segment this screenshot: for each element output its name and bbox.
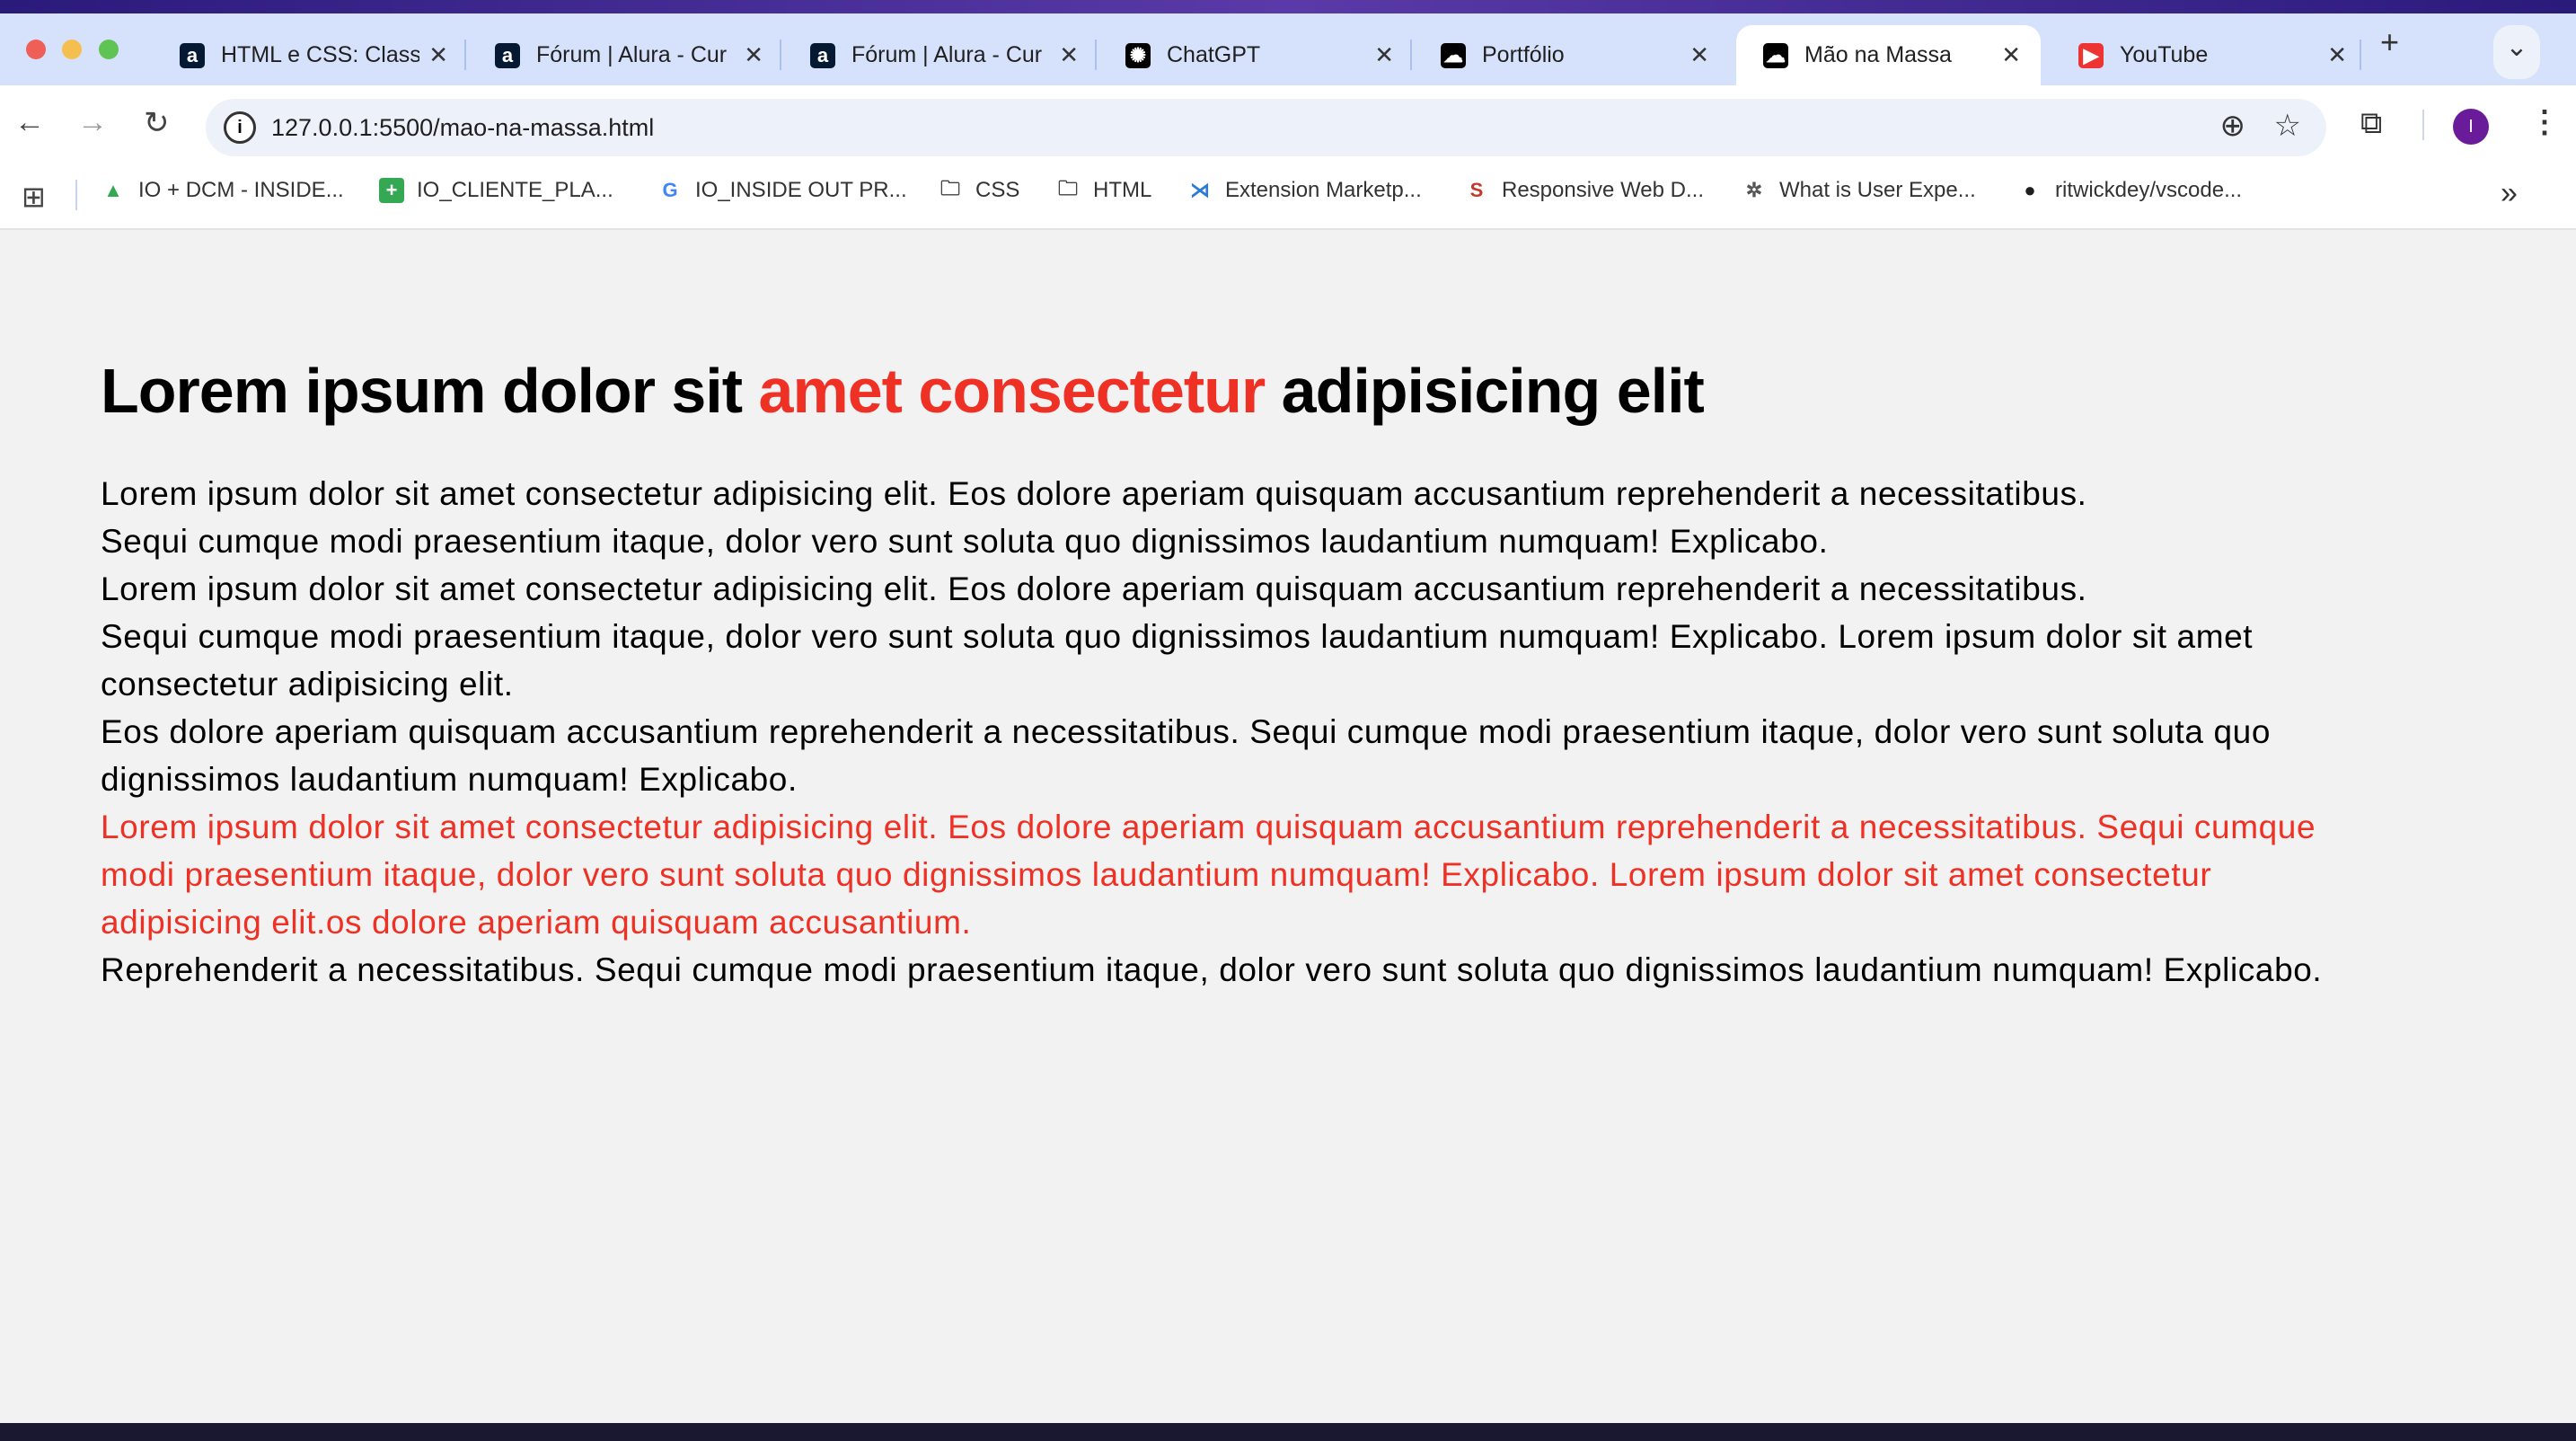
close-tab-icon[interactable]: ✕: [1374, 41, 1394, 69]
close-tab-icon[interactable]: ✕: [744, 41, 763, 69]
heading-text: Lorem ipsum dolor sit: [101, 356, 759, 426]
tab-youtube[interactable]: ▶ YouTube ✕: [2051, 25, 2367, 85]
tab-separator: [464, 40, 466, 70]
toolbar-divider: [2422, 110, 2424, 140]
folder-icon: 🗀: [1057, 177, 1078, 199]
tab-title: Mão na Massa: [1804, 42, 1952, 67]
tab-separator: [1410, 40, 1412, 70]
heading-text: adipisicing elit: [1265, 356, 1705, 426]
tab-portf-lio[interactable]: ☁ Portfólio ✕: [1414, 25, 1729, 85]
bookmark-item[interactable]: G IO_INSIDE OUT PR...: [657, 178, 907, 203]
url-text[interactable]: 127.0.0.1:5500/mao-na-massa.html: [271, 114, 654, 142]
bookmark-label: Responsive Web D...: [1502, 178, 1704, 202]
close-tab-icon[interactable]: ✕: [1689, 41, 1709, 69]
apps-grid-icon[interactable]: ⊞: [22, 180, 46, 214]
tab-m-o-na-massa[interactable]: ☁ Mão na Massa ✕: [1736, 25, 2041, 85]
tree-icon: ✲: [1745, 179, 1763, 201]
google-icon: G: [662, 179, 678, 201]
macos-menu-bar: [0, 0, 2576, 13]
close-tab-icon[interactable]: ✕: [1059, 41, 1079, 69]
reload-button[interactable]: ↻: [144, 105, 170, 141]
bookmark-item[interactable]: + IO_CLIENTE_PLA...: [379, 178, 613, 203]
bookmark-item[interactable]: 🗀 HTML: [1055, 177, 1152, 203]
alura-icon: a: [180, 42, 205, 68]
tab-html-e-css-class[interactable]: a HTML e CSS: Class ✕: [153, 25, 468, 85]
tab-chatgpt[interactable]: ✺ ChatGPT ✕: [1098, 25, 1414, 85]
tab-separator: [2360, 40, 2361, 70]
bookmarks-overflow-button[interactable]: »: [2501, 176, 2518, 211]
text-line: dignissimos laudantium numquam! Explicab…: [101, 761, 798, 798]
bookmark-item[interactable]: ● ritwickdey/vscode...: [2017, 178, 2242, 203]
google-drive-icon: ▲: [103, 179, 123, 201]
alura-icon: a: [810, 42, 835, 68]
bookmark-label: IO_INSIDE OUT PR...: [695, 178, 907, 202]
highlighted-text-line: Lorem ipsum dolor sit amet consectetur a…: [101, 809, 2316, 845]
alura-icon: a: [495, 42, 520, 68]
bookmark-item[interactable]: ⋊ Extension Marketp...: [1187, 178, 1422, 203]
bookmark-item[interactable]: 🗀 CSS: [938, 177, 1020, 203]
text-line: Lorem ipsum dolor sit amet consectetur a…: [101, 475, 2087, 512]
scribd-icon: S: [1469, 179, 1484, 201]
page-content: Lorem ipsum dolor sit amet consectetur a…: [101, 350, 2322, 994]
close-tab-icon[interactable]: ✕: [2001, 41, 2021, 69]
text-line: Eos dolore aperiam quisquam accusantium …: [101, 713, 2271, 750]
highlighted-text-line: modi praesentium itaque, dolor vero sunt…: [101, 856, 2212, 893]
tab-title: YouTube: [2120, 42, 2209, 67]
tab-title: Fórum | Alura - Cur: [536, 42, 728, 67]
folder-icon: 🗀: [940, 177, 960, 199]
bookmark-item[interactable]: S Responsive Web D...: [1464, 178, 1704, 203]
address-bar[interactable]: i 127.0.0.1:5500/mao-na-massa.html ⊕ ☆: [206, 99, 2326, 156]
bookmark-label: What is User Expe...: [1779, 178, 1976, 202]
zoom-icon[interactable]: ⊕: [2220, 108, 2246, 144]
bookmark-label: IO + DCM - INSIDE...: [138, 178, 344, 202]
forward-button[interactable]: →: [77, 105, 108, 140]
bookmark-item[interactable]: ▲ IO + DCM - INSIDE...: [101, 178, 344, 203]
menu-icon[interactable]: ⋮: [2529, 104, 2560, 140]
site-info-icon[interactable]: i: [224, 111, 256, 144]
bookmark-label: CSS: [975, 178, 1020, 202]
heading-accent: amet consectetur: [758, 356, 1266, 426]
close-tab-icon[interactable]: ✕: [2327, 41, 2347, 69]
youtube-icon: ▶: [2078, 42, 2104, 68]
tab-search-button[interactable]: ⌄: [2493, 25, 2540, 79]
google-sheets-icon: +: [379, 178, 404, 203]
chatgpt-icon: ✺: [1125, 42, 1151, 68]
bookmark-star-icon[interactable]: ☆: [2274, 108, 2301, 144]
close-tab-icon[interactable]: ✕: [428, 41, 448, 69]
github-icon: ●: [2024, 179, 2036, 201]
tab-f-rum-alura-cur[interactable]: a Fórum | Alura - Cur ✕: [468, 25, 783, 85]
bookmark-label: Extension Marketp...: [1225, 178, 1422, 202]
new-tab-button[interactable]: +: [2380, 23, 2399, 61]
tab-separator: [1095, 40, 1097, 70]
bookmark-item[interactable]: ✲ What is User Expe...: [1742, 178, 1976, 203]
text-line: consectetur adipisicing elit.: [101, 666, 514, 703]
extensions-icon[interactable]: ⧉: [2360, 106, 2382, 141]
tab-title: Fórum | Alura - Cur: [851, 42, 1043, 67]
macos-dock-edge: [0, 1423, 2576, 1441]
tab-title: ChatGPT: [1167, 42, 1261, 67]
text-line: Reprehenderit a necessitatibus. Sequi cu…: [101, 951, 2323, 988]
highlighted-text-line: adipisicing elit.os dolore aperiam quisq…: [101, 904, 972, 941]
text-line: Sequi cumque modi praesentium itaque, do…: [101, 618, 2254, 655]
bookmark-label: ritwickdey/vscode...: [2055, 178, 2243, 202]
vscode-icon: ⋊: [1190, 179, 1210, 201]
paragraph-text: Lorem ipsum dolor sit amet consectetur a…: [101, 470, 2322, 994]
text-line: Lorem ipsum dolor sit amet consectetur a…: [101, 570, 2087, 607]
text-line: Sequi cumque modi praesentium itaque, do…: [101, 523, 1829, 560]
close-window-button[interactable]: [26, 40, 46, 59]
bookmark-label: IO_CLIENTE_PLA...: [417, 178, 613, 202]
bookmarks-divider: [75, 180, 77, 210]
minimize-window-button[interactable]: [62, 40, 82, 59]
maximize-window-button[interactable]: [99, 40, 119, 59]
tab-title: Portfólio: [1482, 42, 1565, 67]
page-heading: Lorem ipsum dolor sit amet consectetur a…: [101, 350, 2322, 431]
cloud-icon: ☁: [1763, 42, 1788, 68]
tab-f-rum-alura-cur[interactable]: a Fórum | Alura - Cur ✕: [783, 25, 1098, 85]
back-button[interactable]: ←: [14, 105, 45, 140]
profile-avatar[interactable]: I: [2453, 109, 2489, 145]
tab-title: HTML e CSS: Class: [221, 42, 420, 67]
tab-separator: [780, 40, 781, 70]
bookmark-label: HTML: [1093, 178, 1152, 202]
cloud-icon: ☁: [1441, 42, 1466, 68]
